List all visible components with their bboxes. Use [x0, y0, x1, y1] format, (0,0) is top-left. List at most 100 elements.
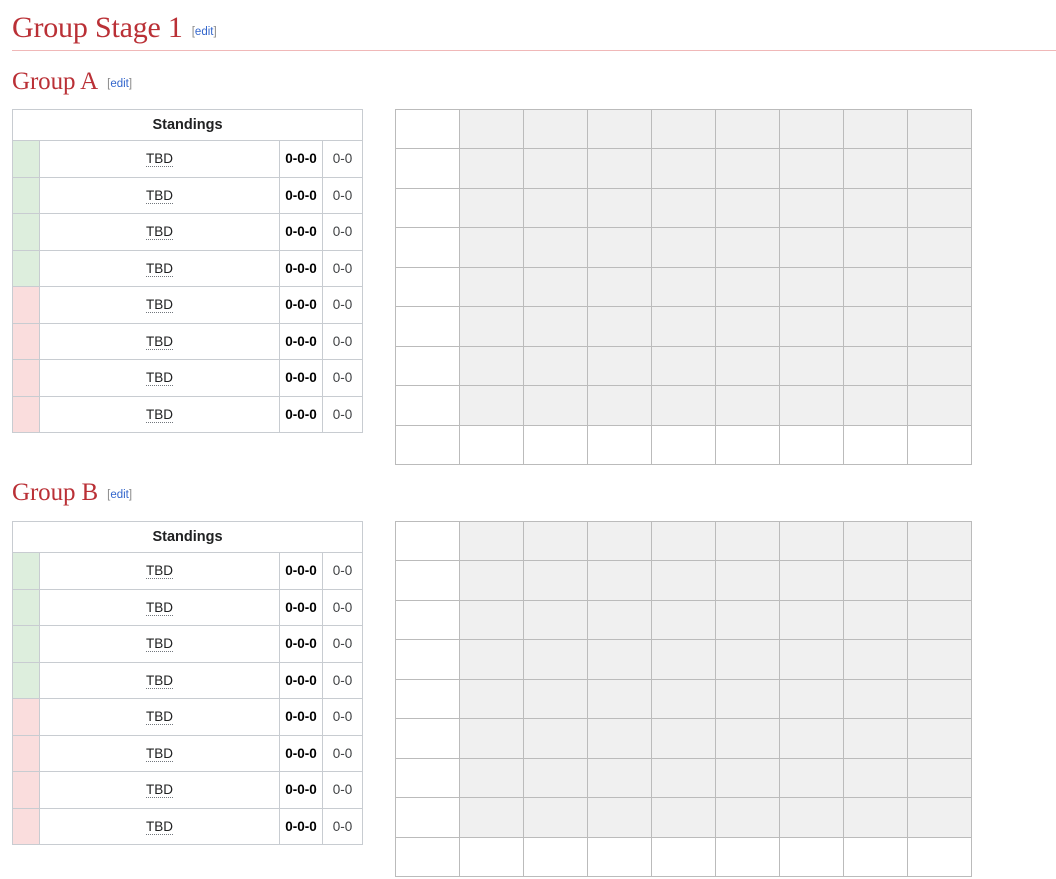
- crosstable-result-cell[interactable]: [587, 306, 652, 347]
- crosstable-result-cell[interactable]: [715, 227, 780, 268]
- crosstable-result-cell[interactable]: [843, 148, 908, 189]
- crosstable-row-header-cell[interactable]: [395, 521, 460, 561]
- crosstable-result-cell[interactable]: [715, 797, 780, 838]
- crosstable-footer-cell[interactable]: [907, 836, 972, 877]
- crosstable-result-cell[interactable]: [907, 797, 972, 838]
- crosstable-result-cell[interactable]: [459, 109, 524, 149]
- crosstable-row-header-cell[interactable]: [395, 718, 460, 759]
- table-row[interactable]: TBD 0-0-0 0-0: [12, 176, 363, 214]
- crosstable-result-cell[interactable]: [587, 678, 652, 719]
- table-row[interactable]: TBD 0-0-0 0-0: [12, 771, 363, 809]
- crosstable-result-cell[interactable]: [587, 718, 652, 759]
- crosstable-result-cell[interactable]: [843, 521, 908, 561]
- crosstable-result-cell[interactable]: [459, 306, 524, 347]
- table-row[interactable]: TBD 0-0-0 0-0: [12, 698, 363, 736]
- crosstable-result-cell[interactable]: [651, 560, 716, 601]
- crosstable-result-cell[interactable]: [779, 385, 844, 426]
- crosstable-result-cell[interactable]: [843, 266, 908, 307]
- crosstable-result-cell[interactable]: [523, 306, 588, 347]
- crosstable-footer-cell[interactable]: [715, 424, 780, 465]
- crosstable-result-cell[interactable]: [715, 718, 780, 759]
- crosstable-row-header-cell[interactable]: [395, 385, 460, 426]
- crosstable-result-cell[interactable]: [651, 599, 716, 640]
- crosstable-result-cell[interactable]: [587, 521, 652, 561]
- crosstable-result-cell[interactable]: [715, 639, 780, 680]
- crosstable-result-cell[interactable]: [779, 718, 844, 759]
- crosstable-result-cell[interactable]: [587, 599, 652, 640]
- crosstable-result-cell[interactable]: [907, 678, 972, 719]
- crosstable-result-cell[interactable]: [715, 148, 780, 189]
- crosstable-result-cell[interactable]: [523, 560, 588, 601]
- crosstable-result-cell[interactable]: [907, 148, 972, 189]
- crosstable-result-cell[interactable]: [459, 797, 524, 838]
- crosstable-result-cell[interactable]: [715, 266, 780, 307]
- crosstable-result-cell[interactable]: [779, 345, 844, 386]
- team-name-cell[interactable]: TBD: [39, 661, 280, 699]
- crosstable-row-header-cell[interactable]: [395, 678, 460, 719]
- team-name-cell[interactable]: TBD: [39, 359, 280, 397]
- crosstable-row-header-cell[interactable]: [395, 797, 460, 838]
- crosstable-result-cell[interactable]: [523, 639, 588, 680]
- crosstable-result-cell[interactable]: [651, 521, 716, 561]
- crosstable-result-cell[interactable]: [715, 187, 780, 228]
- crosstable-result-cell[interactable]: [715, 678, 780, 719]
- crosstable-footer-cell[interactable]: [587, 424, 652, 465]
- crosstable-footer-cell[interactable]: [907, 424, 972, 465]
- table-row[interactable]: TBD 0-0-0 0-0: [12, 249, 363, 287]
- crosstable-result-cell[interactable]: [779, 266, 844, 307]
- crosstable-result-cell[interactable]: [587, 109, 652, 149]
- table-row[interactable]: TBD 0-0-0 0-0: [12, 286, 363, 324]
- crosstable-result-cell[interactable]: [907, 599, 972, 640]
- crosstable-result-cell[interactable]: [907, 639, 972, 680]
- crosstable-row-header-cell[interactable]: [395, 836, 460, 877]
- crosstable-result-cell[interactable]: [843, 599, 908, 640]
- crosstable-footer-cell[interactable]: [843, 836, 908, 877]
- crosstable-result-cell[interactable]: [907, 187, 972, 228]
- crosstable-footer-cell[interactable]: [459, 424, 524, 465]
- team-name-cell[interactable]: TBD: [39, 771, 280, 809]
- crosstable-result-cell[interactable]: [459, 521, 524, 561]
- crosstable-footer-cell[interactable]: [523, 424, 588, 465]
- crosstable-footer-cell[interactable]: [651, 424, 716, 465]
- team-name-cell[interactable]: TBD: [39, 395, 280, 433]
- crosstable-result-cell[interactable]: [651, 757, 716, 798]
- crosstable-result-cell[interactable]: [651, 187, 716, 228]
- crosstable-result-cell[interactable]: [779, 109, 844, 149]
- crosstable-result-cell[interactable]: [459, 345, 524, 386]
- crosstable-result-cell[interactable]: [715, 599, 780, 640]
- crosstable-result-cell[interactable]: [843, 678, 908, 719]
- team-name-cell[interactable]: TBD: [39, 807, 280, 845]
- crosstable-result-cell[interactable]: [523, 599, 588, 640]
- crosstable-result-cell[interactable]: [587, 639, 652, 680]
- crosstable-row-header-cell[interactable]: [395, 345, 460, 386]
- table-row[interactable]: TBD 0-0-0 0-0: [12, 661, 363, 699]
- crosstable-result-cell[interactable]: [907, 266, 972, 307]
- crosstable-result-cell[interactable]: [523, 266, 588, 307]
- crosstable-result-cell[interactable]: [779, 521, 844, 561]
- crosstable-footer-cell[interactable]: [587, 836, 652, 877]
- crosstable-result-cell[interactable]: [523, 797, 588, 838]
- crosstable-result-cell[interactable]: [587, 227, 652, 268]
- crosstable-result-cell[interactable]: [523, 148, 588, 189]
- crosstable-footer-cell[interactable]: [459, 836, 524, 877]
- crosstable-result-cell[interactable]: [843, 227, 908, 268]
- table-row[interactable]: TBD 0-0-0 0-0: [12, 625, 363, 663]
- crosstable-result-cell[interactable]: [779, 599, 844, 640]
- crosstable-result-cell[interactable]: [523, 109, 588, 149]
- crosstable-result-cell[interactable]: [459, 187, 524, 228]
- table-row[interactable]: TBD 0-0-0 0-0: [12, 140, 363, 178]
- table-row[interactable]: TBD 0-0-0 0-0: [12, 734, 363, 772]
- edit-link[interactable]: edit: [195, 26, 214, 38]
- crosstable-result-cell[interactable]: [459, 266, 524, 307]
- crosstable-result-cell[interactable]: [843, 639, 908, 680]
- table-row[interactable]: TBD 0-0-0 0-0: [12, 213, 363, 251]
- crosstable-result-cell[interactable]: [907, 109, 972, 149]
- crosstable-result-cell[interactable]: [715, 109, 780, 149]
- crosstable-footer-cell[interactable]: [523, 836, 588, 877]
- crosstable-result-cell[interactable]: [651, 266, 716, 307]
- crosstable-result-cell[interactable]: [459, 639, 524, 680]
- team-name-cell[interactable]: TBD: [39, 322, 280, 360]
- crosstable-row-header-cell[interactable]: [395, 639, 460, 680]
- crosstable-result-cell[interactable]: [907, 757, 972, 798]
- table-row[interactable]: TBD 0-0-0 0-0: [12, 552, 363, 590]
